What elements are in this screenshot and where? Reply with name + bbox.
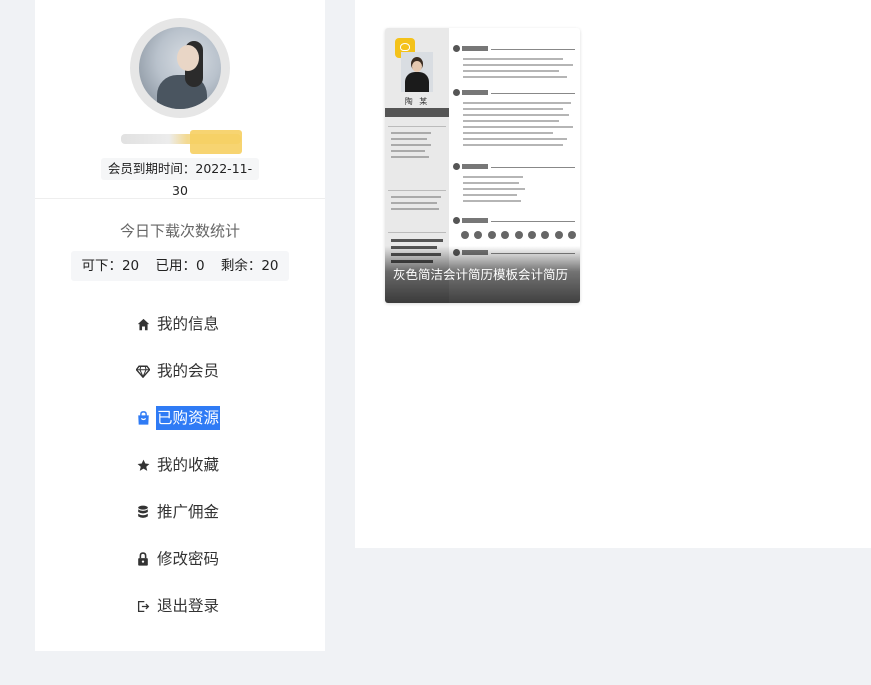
resume-hobby-icons — [461, 231, 576, 241]
menu-item-label: 我的会员 — [157, 362, 220, 380]
menu-item-commission[interactable]: 推广佣金 — [135, 497, 220, 527]
diamond-icon — [135, 363, 151, 379]
menu-item-label: 我的信息 — [157, 315, 220, 333]
resource-card[interactable]: 陶 某 灰色简洁会计简历模板会计简历 — [385, 28, 580, 303]
logout-icon — [135, 598, 151, 614]
avatar[interactable] — [130, 18, 230, 118]
divider — [35, 198, 325, 199]
download-stats-box: 可下：20 已用：0 剩余：20 — [71, 251, 289, 281]
avatar-image — [139, 27, 221, 109]
menu-item-label: 退出登录 — [157, 597, 220, 615]
menu-item-purchased-resources[interactable]: 已购资源 — [135, 403, 221, 433]
resource-title[interactable]: 灰色简洁会计简历模板会计简历 — [393, 264, 578, 283]
resume-photo — [401, 52, 433, 92]
menu-item-logout[interactable]: 退出登录 — [135, 591, 220, 621]
stats-used: 已用：0 — [155, 258, 205, 274]
menu-item-my-membership[interactable]: 我的会员 — [135, 356, 220, 386]
menu-item-my-info[interactable]: 我的信息 — [135, 309, 220, 339]
database-icon — [135, 504, 151, 520]
home-icon — [135, 316, 151, 332]
menu-item-label: 修改密码 — [157, 550, 220, 568]
purchased-resources-panel: 陶 某 灰色简洁会计简历模板会计简历 — [355, 0, 871, 548]
membership-expire-date: 会员到期时间：2022-11-30 — [101, 158, 259, 198]
menu-item-my-favorites[interactable]: 我的收藏 — [135, 450, 220, 480]
stats-remaining: 剩余：20 — [220, 258, 279, 274]
menu-item-change-password[interactable]: 修改密码 — [135, 544, 220, 574]
shopping-bag-icon — [135, 410, 151, 426]
username-row — [35, 130, 325, 154]
user-sidebar: 会员到期时间：2022-11-30 今日下载次数统计 可下：20 已用：0 剩余… — [35, 0, 325, 651]
menu-item-label: 已购资源 — [156, 406, 221, 430]
lock-icon — [135, 551, 151, 567]
stats-available: 可下：20 — [81, 258, 140, 274]
download-stats-title: 今日下载次数统计 — [119, 222, 240, 240]
vip-badge — [190, 130, 242, 154]
menu-item-label: 推广佣金 — [157, 503, 220, 521]
menu-item-label: 我的收藏 — [157, 456, 220, 474]
star-icon — [135, 457, 151, 473]
resume-name: 陶 某 — [404, 97, 430, 106]
